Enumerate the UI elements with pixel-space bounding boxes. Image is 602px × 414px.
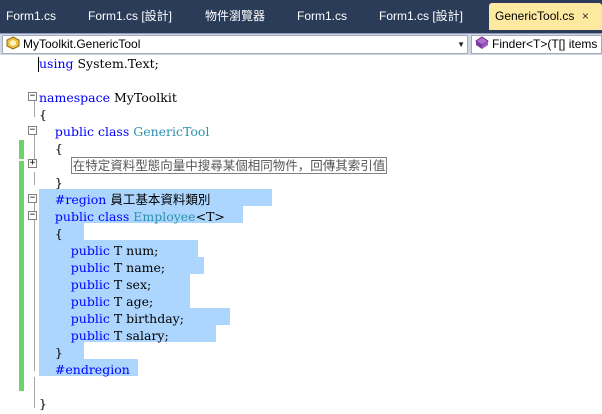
code-line: public T salary; bbox=[70, 328, 169, 343]
code-line: public T sex; bbox=[70, 277, 152, 292]
code-line: namespace MyToolkit bbox=[39, 90, 177, 105]
outline-line bbox=[34, 377, 35, 408]
member-dropdown[interactable]: Finder<T>(T[] items bbox=[471, 35, 602, 54]
code-line: using System.Text; bbox=[39, 56, 159, 71]
code-line: public T num; bbox=[70, 243, 159, 258]
tab-object-browser[interactable]: 物件瀏覽器 bbox=[205, 3, 265, 30]
collapse-icon[interactable]: − bbox=[28, 92, 37, 101]
code-line: { bbox=[54, 141, 63, 156]
collapsed-region-label[interactable]: 在特定資料型態向量中搜尋某個相同物件，回傳其索引值 bbox=[70, 157, 388, 174]
code-line: public T age; bbox=[70, 294, 154, 309]
close-tab-icon[interactable]: × bbox=[578, 3, 592, 30]
code-line: #region 員工基本資料類別 bbox=[54, 192, 211, 207]
tab-form1-cs-design[interactable]: Form1.cs [設計] bbox=[88, 3, 172, 30]
code-line: } bbox=[54, 175, 63, 190]
code-line: { bbox=[39, 107, 47, 122]
tab-form1-cs-2[interactable]: Form1.cs bbox=[297, 3, 347, 30]
code-line: { bbox=[54, 226, 63, 241]
collapse-icon[interactable]: − bbox=[28, 194, 37, 203]
code-line: } bbox=[39, 396, 47, 411]
code-line: public T name; bbox=[70, 260, 166, 275]
change-indicator bbox=[19, 161, 24, 391]
type-dropdown[interactable]: MyToolkit.GenericTool ▼ bbox=[2, 35, 468, 54]
change-indicator bbox=[19, 140, 24, 159]
code-line: } bbox=[54, 345, 63, 360]
code-line: #endregion bbox=[54, 362, 130, 377]
collapse-icon[interactable]: − bbox=[28, 126, 37, 135]
outline-line bbox=[34, 172, 35, 185]
class-icon bbox=[6, 36, 20, 50]
code-editor[interactable]: − − + − − using System.Text; namespace M… bbox=[0, 55, 602, 414]
tab-generictool-cs[interactable]: GenericTool.cs × bbox=[489, 3, 602, 30]
chevron-down-icon: ▼ bbox=[457, 40, 465, 49]
code-line: public class GenericTool bbox=[54, 124, 210, 139]
code-line: public T birthday; bbox=[70, 311, 184, 326]
code-line: 在特定資料型態向量中搜尋某個相同物件，回傳其索引值 bbox=[39, 157, 388, 174]
outline-line bbox=[34, 203, 35, 371]
method-icon bbox=[475, 36, 489, 49]
document-tab-strip: Form1.cs Form1.cs [設計] 物件瀏覽器 Form1.cs Fo… bbox=[0, 0, 602, 33]
expand-icon[interactable]: + bbox=[28, 159, 37, 168]
outline-line bbox=[34, 101, 35, 117]
collapse-icon[interactable]: − bbox=[28, 211, 37, 220]
tab-form1-cs-design-2[interactable]: Form1.cs [設計] bbox=[379, 3, 463, 30]
code-line: public class Employee<T> bbox=[54, 209, 225, 224]
navigation-bar: MyToolkit.GenericTool ▼ Finder<T>(T[] it… bbox=[0, 33, 602, 56]
tab-form1-cs[interactable]: Form1.cs bbox=[6, 3, 56, 30]
